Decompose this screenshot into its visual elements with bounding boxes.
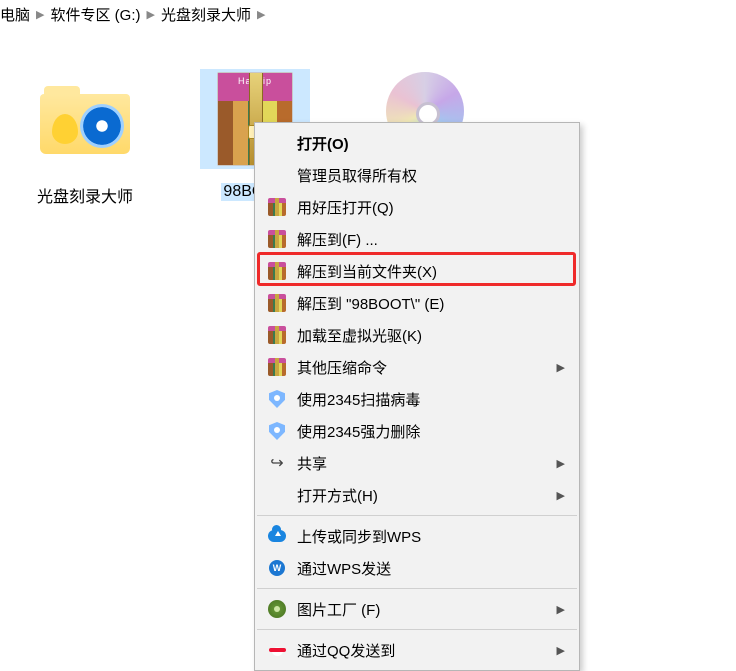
archive-icon xyxy=(265,197,289,217)
breadcrumb[interactable]: 电脑 ▶ 软件专区 (G:) ▶ 光盘刻录大师 ▶ xyxy=(0,0,736,35)
folder-item[interactable]: 光盘刻录大师 xyxy=(30,69,140,207)
gear-icon xyxy=(265,599,289,619)
share-icon: ↪ xyxy=(265,453,289,473)
chevron-right-icon: ▶ xyxy=(557,457,565,470)
shield-icon xyxy=(265,421,289,441)
breadcrumb-part[interactable]: 电脑 xyxy=(0,4,30,25)
folder-icon xyxy=(30,69,140,169)
menu-other-compress[interactable]: 其他压缩命令 ▶ xyxy=(255,351,579,383)
menu-admin-own[interactable]: 管理员取得所有权 xyxy=(255,159,579,191)
cloud-upload-icon xyxy=(265,526,289,546)
menu-send-via-wps[interactable]: W 通过WPS发送 xyxy=(255,552,579,584)
breadcrumb-part[interactable]: 光盘刻录大师 xyxy=(161,4,251,25)
menu-mount-virtual-drive[interactable]: 加载至虚拟光驱(K) xyxy=(255,319,579,351)
archive-icon xyxy=(265,293,289,313)
file-label: 光盘刻录大师 xyxy=(35,183,135,207)
archive-icon xyxy=(265,229,289,249)
chevron-right-icon: ▶ xyxy=(557,644,565,657)
shield-icon xyxy=(265,389,289,409)
menu-extract-here[interactable]: 解压到当前文件夹(X) xyxy=(255,255,579,287)
chevron-right-icon: ▶ xyxy=(557,361,565,374)
archive-icon xyxy=(265,357,289,377)
menu-scan-2345[interactable]: 使用2345扫描病毒 xyxy=(255,383,579,415)
qq-icon xyxy=(265,640,289,660)
menu-extract-to[interactable]: 解压到(F) ... xyxy=(255,223,579,255)
menu-force-delete-2345[interactable]: 使用2345强力删除 xyxy=(255,415,579,447)
archive-icon xyxy=(265,325,289,345)
context-menu: 打开(O) 管理员取得所有权 用好压打开(Q) 解压到(F) ... 解压到当前… xyxy=(254,122,580,671)
menu-upload-wps[interactable]: 上传或同步到WPS xyxy=(255,520,579,552)
chevron-right-icon: ▶ xyxy=(557,603,565,616)
menu-extract-to-named-folder[interactable]: 解压到 "98BOOT\" (E) xyxy=(255,287,579,319)
chevron-right-icon: ▶ xyxy=(146,8,154,21)
menu-separator xyxy=(257,588,577,589)
chevron-right-icon: ▶ xyxy=(257,8,265,21)
breadcrumb-part[interactable]: 软件专区 (G:) xyxy=(50,4,140,25)
menu-separator xyxy=(257,515,577,516)
menu-open[interactable]: 打开(O) xyxy=(255,127,579,159)
chevron-right-icon: ▶ xyxy=(36,8,44,21)
chevron-right-icon: ▶ xyxy=(557,489,565,502)
menu-separator xyxy=(257,629,577,630)
menu-open-with[interactable]: 打开方式(H) ▶ xyxy=(255,479,579,511)
menu-share[interactable]: ↪ 共享 ▶ xyxy=(255,447,579,479)
menu-send-via-qq[interactable]: 通过QQ发送到 ▶ xyxy=(255,634,579,666)
menu-open-with-haozip[interactable]: 用好压打开(Q) xyxy=(255,191,579,223)
wps-icon: W xyxy=(265,558,289,578)
archive-icon xyxy=(265,261,289,281)
menu-pic-factory[interactable]: 图片工厂 (F) ▶ xyxy=(255,593,579,625)
